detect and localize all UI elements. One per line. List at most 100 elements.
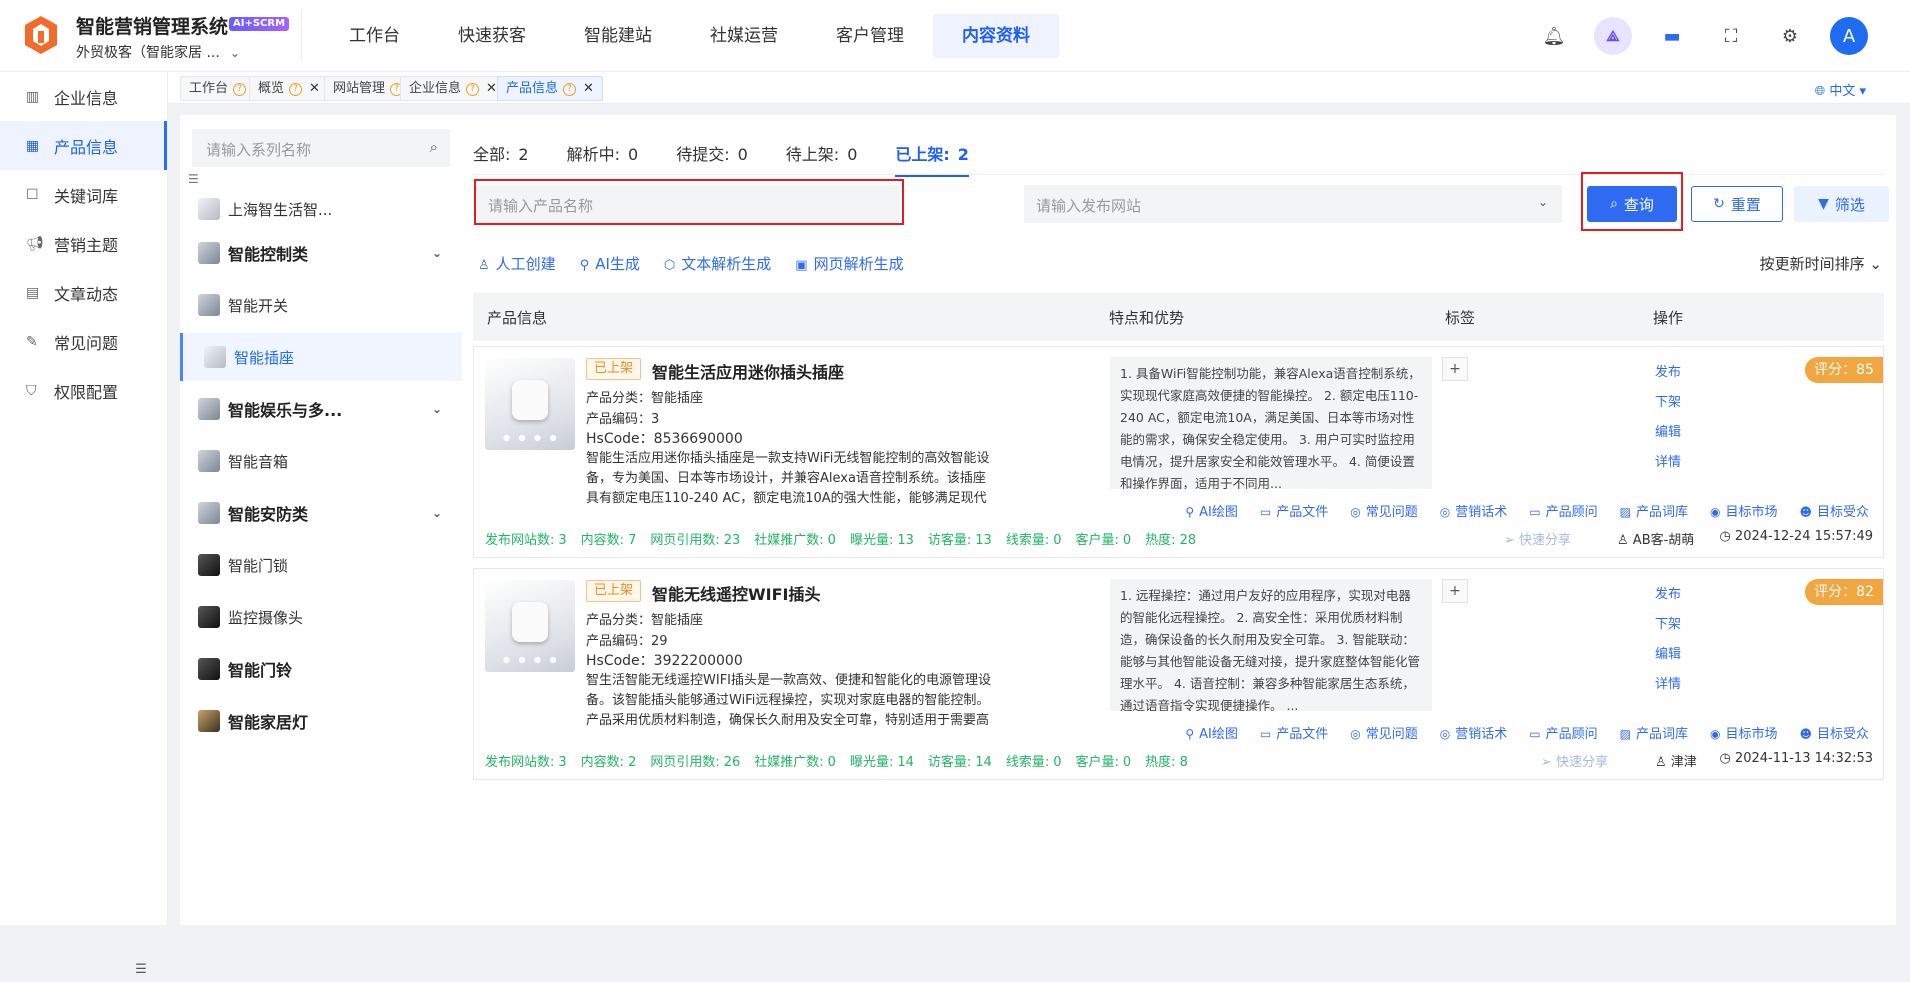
chevron-down-icon[interactable]: ⌄ bbox=[432, 246, 442, 260]
add-tag-button[interactable]: + bbox=[1442, 357, 1468, 381]
avatar[interactable]: A bbox=[1830, 17, 1868, 55]
tool-link[interactable]: ▭ 产品文件 bbox=[1260, 723, 1328, 742]
tool-link[interactable]: ◎ 常见问题 bbox=[1350, 501, 1418, 520]
series-item[interactable]: 监控摄像头 bbox=[180, 593, 462, 641]
sort-select[interactable]: 按更新时间排序 ⌄ bbox=[1760, 253, 1882, 274]
fullscreen-icon[interactable]: ⛶ bbox=[1712, 17, 1750, 55]
status-tab[interactable]: 待上架: 0 bbox=[786, 141, 858, 177]
series-search-input[interactable]: 请输入系列名称 ⌕ bbox=[192, 129, 450, 167]
help-icon[interactable]: ? bbox=[233, 83, 247, 96]
collapse-tree-icon[interactable]: ☰ bbox=[188, 172, 199, 186]
nav-item[interactable]: 智能建站 bbox=[555, 14, 681, 58]
product-name[interactable]: 智能无线遥控WIFI插头 bbox=[652, 581, 821, 605]
tool-link[interactable]: ⚲ AI绘图 bbox=[1185, 501, 1238, 520]
series-item[interactable]: 智能音箱 bbox=[180, 437, 462, 485]
page-tab[interactable]: 工作台? bbox=[180, 76, 256, 101]
tool-link[interactable]: ◉ 目标市场 bbox=[1710, 501, 1778, 520]
page-tab[interactable]: 企业信息? ✕ bbox=[400, 76, 506, 101]
op-2[interactable]: 编辑 bbox=[1655, 421, 1681, 440]
chevron-down-icon[interactable]: ⌄ bbox=[432, 506, 442, 520]
tool-link[interactable]: ⚲ AI绘图 bbox=[1185, 723, 1238, 742]
product-name[interactable]: 智能生活应用迷你插头插座 bbox=[652, 359, 844, 383]
status-tab[interactable]: 待提交: 0 bbox=[676, 141, 748, 177]
tool-link[interactable]: ◎ 营销话术 bbox=[1440, 501, 1508, 520]
op-1[interactable]: 下架 bbox=[1655, 613, 1681, 632]
sidebar-item[interactable]: ☐ 关键词库 bbox=[0, 170, 167, 219]
status-tab[interactable]: 已上架: 2 bbox=[895, 141, 969, 177]
author: ♙ 津津 bbox=[1655, 751, 1697, 770]
stat-label: 客户量: bbox=[1075, 533, 1119, 548]
op-2[interactable]: 编辑 bbox=[1655, 643, 1681, 662]
add-tag-button[interactable]: + bbox=[1442, 579, 1468, 603]
gear-icon[interactable]: ⚙ bbox=[1771, 17, 1809, 55]
create-action-1[interactable]: ⚲ AI生成 bbox=[580, 253, 640, 274]
op-1[interactable]: 下架 bbox=[1655, 391, 1681, 410]
sidebar-item[interactable]: ✎ 常见问题 bbox=[0, 317, 167, 366]
series-item[interactable]: 智能插座 bbox=[180, 333, 462, 381]
series-item[interactable]: 智能门铃 bbox=[180, 645, 462, 693]
close-icon[interactable]: ✕ bbox=[309, 81, 320, 96]
filter-button[interactable]: ▼ 筛选 bbox=[1794, 186, 1889, 222]
help-icon[interactable]: ? bbox=[563, 83, 577, 96]
company-switcher[interactable]: 外贸极客（智能家居 ... ⌄ bbox=[76, 42, 240, 62]
quick-share-button[interactable]: ➢ 快速分享 bbox=[1504, 529, 1571, 548]
tool-link[interactable]: ☻ 目标受众 bbox=[1799, 723, 1869, 742]
tool-link[interactable]: ▨ 产品词库 bbox=[1620, 723, 1688, 742]
sidebar-item[interactable]: ▦ 产品信息 bbox=[0, 121, 167, 170]
collapse-sidebar-icon[interactable]: ☰ bbox=[128, 956, 154, 982]
ai-assistant-icon[interactable]: ⟁ bbox=[1594, 17, 1632, 55]
tool-link[interactable]: ◉ 目标市场 bbox=[1710, 723, 1778, 742]
stat-value: 13 bbox=[897, 533, 914, 548]
op-3[interactable]: 详情 bbox=[1655, 451, 1681, 470]
tool-link[interactable]: ◎ 常见问题 bbox=[1350, 723, 1418, 742]
status-tab-count: 0 bbox=[737, 145, 748, 164]
nav-item[interactable]: 快速获客 bbox=[429, 14, 555, 58]
series-item[interactable]: 智能安防类 ⌄ bbox=[180, 489, 462, 537]
op-0[interactable]: 发布 bbox=[1655, 583, 1681, 602]
product-image[interactable]: ● ● ● ● bbox=[485, 358, 575, 450]
tool-link[interactable]: ☻ 目标受众 bbox=[1799, 501, 1869, 520]
bell-icon[interactable]: 🔔︎ bbox=[1535, 17, 1573, 55]
sidebar-item[interactable]: ▤ 文章动态 bbox=[0, 268, 167, 317]
op-0[interactable]: 发布 bbox=[1655, 361, 1681, 380]
page-tab[interactable]: 产品信息? ✕ bbox=[497, 76, 603, 101]
folder-icon[interactable]: ▬ bbox=[1653, 17, 1691, 55]
series-item[interactable]: 智能门锁 bbox=[180, 541, 462, 589]
nav-item[interactable]: 内容资料 bbox=[933, 14, 1059, 58]
page-tab[interactable]: 概览? ✕ bbox=[249, 76, 329, 101]
nav-item[interactable]: 工作台 bbox=[320, 14, 429, 58]
tool-link[interactable]: ◎ 营销话术 bbox=[1440, 723, 1508, 742]
create-action-0[interactable]: ♙ 人工创建 bbox=[478, 253, 556, 274]
tool-link[interactable]: ▭ 产品文件 bbox=[1260, 501, 1328, 520]
tool-link[interactable]: ▭ 产品顾问 bbox=[1529, 723, 1597, 742]
close-icon[interactable]: ✕ bbox=[583, 81, 594, 96]
status-tab[interactable]: 全部: 2 bbox=[473, 141, 529, 177]
create-action-3[interactable]: ▣ 网页解析生成 bbox=[795, 253, 903, 274]
publish-site-select[interactable]: 请输入发布网站 ⌄ bbox=[1024, 185, 1562, 223]
sidebar-item[interactable]: ⛉ 权限配置 bbox=[0, 366, 167, 415]
sidebar-item[interactable]: ▥ 企业信息 bbox=[0, 72, 167, 121]
language-switcher[interactable]: 🌐︎ 中文 ▾ bbox=[1815, 80, 1866, 99]
help-icon[interactable]: ? bbox=[466, 83, 480, 96]
status-tab[interactable]: 解析中: 0 bbox=[567, 141, 639, 177]
create-action-2[interactable]: ⬡ 文本解析生成 bbox=[664, 253, 771, 274]
company-row[interactable]: 上海智生活智... bbox=[180, 185, 462, 233]
tool-link[interactable]: ▨ 产品词库 bbox=[1620, 501, 1688, 520]
series-item[interactable]: 智能开关 bbox=[180, 281, 462, 329]
product-image[interactable]: ● ● ● ● bbox=[485, 580, 575, 672]
tool-link[interactable]: ▭ 产品顾问 bbox=[1529, 501, 1597, 520]
nav-item[interactable]: 社媒运营 bbox=[681, 14, 807, 58]
chevron-down-icon[interactable]: ⌄ bbox=[432, 402, 442, 416]
help-icon[interactable]: ? bbox=[289, 83, 303, 96]
user-icon: ♙ bbox=[1655, 755, 1671, 770]
search-icon[interactable]: ⌕ bbox=[430, 138, 438, 156]
series-item[interactable]: 智能家居灯 bbox=[180, 697, 462, 745]
close-icon[interactable]: ✕ bbox=[486, 81, 497, 96]
op-3[interactable]: 详情 bbox=[1655, 673, 1681, 692]
quick-share-button[interactable]: ➢ 快速分享 bbox=[1541, 751, 1608, 770]
sidebar-item[interactable]: 📢︎ 营销主题 bbox=[0, 219, 167, 268]
reset-button[interactable]: ↻ 重置 bbox=[1691, 186, 1783, 222]
series-item[interactable]: 智能娱乐与多... ⌄ bbox=[180, 385, 462, 433]
nav-item[interactable]: 客户管理 bbox=[807, 14, 933, 58]
series-item[interactable]: 智能控制类 ⌄ bbox=[180, 229, 462, 277]
